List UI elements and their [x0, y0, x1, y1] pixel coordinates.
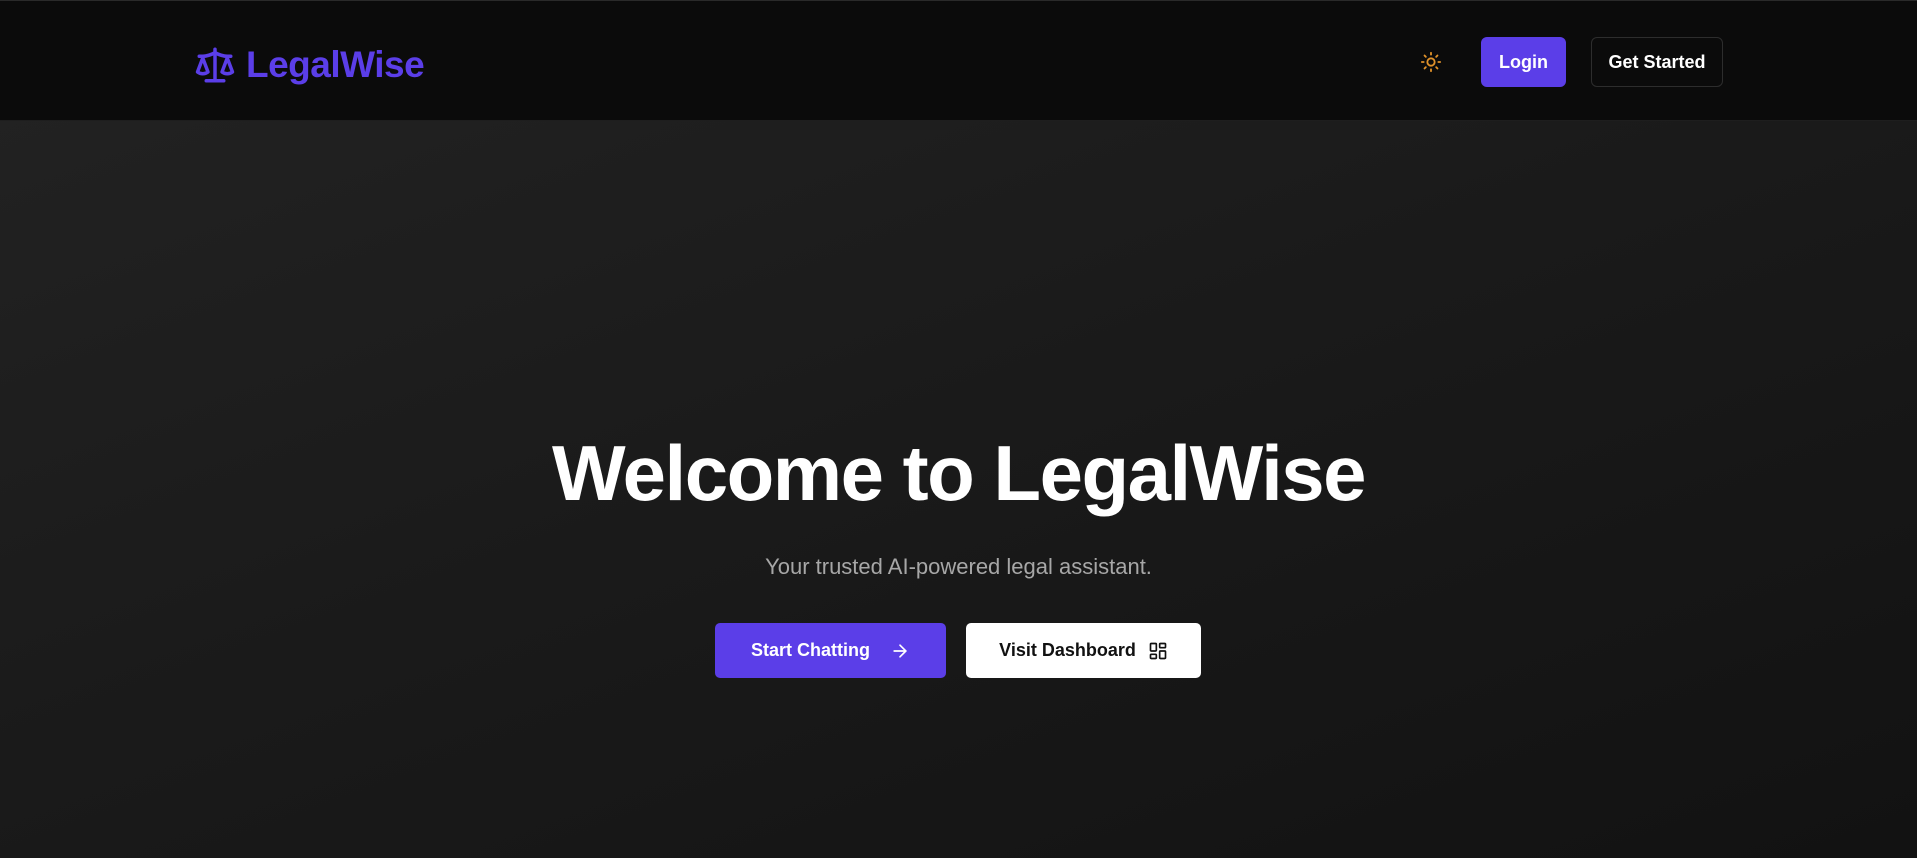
visit-dashboard-button[interactable]: Visit Dashboard — [966, 623, 1201, 678]
hero-subtitle: Your trusted AI-powered legal assistant. — [765, 554, 1152, 579]
landing-page: LegalWise Login Get Started Welcome to L… — [0, 0, 1917, 858]
visit-dashboard-label: Visit Dashboard — [999, 640, 1136, 660]
brand-logo-link[interactable]: LegalWise — [194, 41, 425, 89]
dashboard-grid-icon — [1149, 642, 1167, 659]
get-started-button[interactable]: Get Started — [1591, 37, 1723, 87]
start-chatting-button[interactable]: Start Chatting — [715, 623, 946, 678]
theme-toggle-button[interactable] — [1417, 48, 1445, 76]
hero-title: Welcome to LegalWise — [551, 429, 1367, 517]
arrow-right-icon — [893, 643, 907, 658]
brand-name: LegalWise — [246, 44, 425, 85]
navbar: LegalWise Login Get Started — [0, 0, 1917, 121]
start-chatting-label: Start Chatting — [751, 640, 870, 660]
scale-icon — [195, 47, 235, 83]
login-button[interactable]: Login — [1481, 37, 1566, 87]
sun-icon — [1420, 51, 1442, 73]
